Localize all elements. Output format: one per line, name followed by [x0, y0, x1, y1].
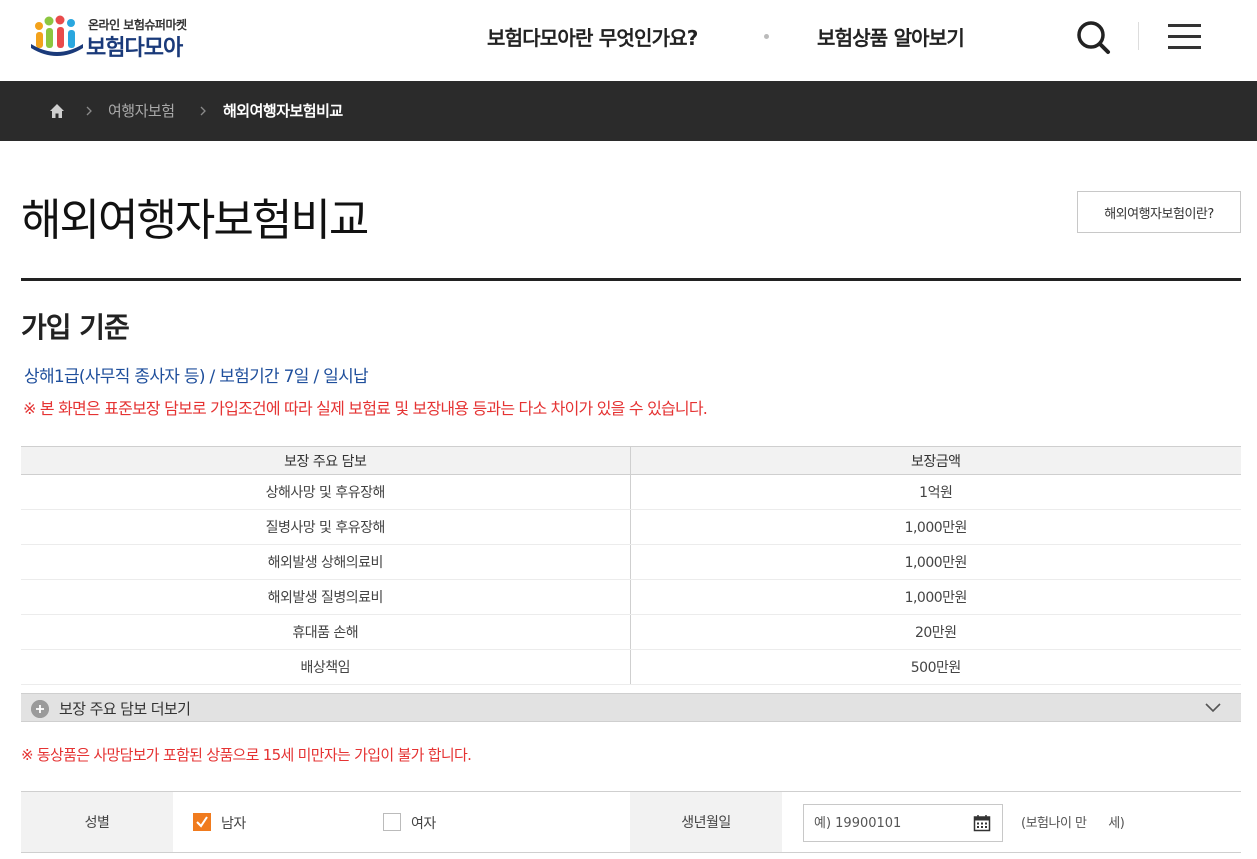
table-header-row: 보장 주요 담보 보장금액 — [21, 446, 1241, 475]
breadcrumb-item-travel-insurance[interactable]: 여행자보험 — [108, 100, 175, 121]
site-header: 온라인 보험슈퍼마켓 보험다모아 보험다모아란 무엇인가요? 보험상품 알아보기 — [0, 0, 1257, 81]
coverage-item: 상해사망 및 후유장해 — [21, 474, 631, 510]
chevron-right-icon — [86, 106, 92, 116]
table-row: 배상책임 500만원 — [21, 649, 1241, 685]
chevron-right-icon — [200, 106, 206, 116]
travel-insurance-info-button[interactable]: 해외여행자보험이란? — [1077, 191, 1241, 233]
gender-female-label[interactable]: 여자 — [411, 813, 436, 833]
gender-male-checkbox[interactable] — [193, 813, 211, 831]
enrollment-criteria: 상해1급(사무직 종사자 등) / 보험기간 7일 / 일시납 — [24, 367, 369, 387]
birthdate-label: 생년월일 — [630, 792, 782, 852]
standard-coverage-notice: ※ 본 화면은 표준보장 담보로 가입조건에 따라 실제 보험료 및 보장내용 … — [23, 399, 708, 418]
header-divider — [1138, 22, 1139, 50]
coverage-amount: 1,000만원 — [630, 544, 1241, 580]
coverage-more-toggle[interactable]: 보장 주요 담보 더보기 — [21, 693, 1241, 722]
coverage-amount: 500만원 — [630, 649, 1241, 685]
coverage-table: 보장 주요 담보 보장금액 상해사망 및 후유장해 1억원 질병사망 및 후유장… — [21, 446, 1241, 685]
title-divider — [21, 278, 1241, 281]
page-title: 해외여행자보험비교 — [21, 195, 369, 246]
coverage-item: 질병사망 및 후유장해 — [21, 509, 631, 545]
nav-about[interactable]: 보험다모아란 무엇인가요? — [487, 22, 698, 51]
hamburger-icon-line — [1168, 35, 1201, 38]
logo[interactable]: 온라인 보험슈퍼마켓 보험다모아 — [30, 12, 220, 62]
table-row: 질병사망 및 후유장해 1,000만원 — [21, 509, 1241, 545]
gender-label: 성별 — [21, 792, 173, 852]
table-row: 해외발생 상해의료비 1,000만원 — [21, 544, 1241, 580]
logo-title: 보험다모아 — [86, 36, 183, 61]
hamburger-icon-line — [1168, 46, 1201, 49]
menu-button[interactable] — [1166, 20, 1202, 54]
coverage-amount: 1,000만원 — [630, 509, 1241, 545]
calendar-icon[interactable] — [973, 814, 991, 832]
section-title: 가입 기준 — [21, 311, 130, 344]
breadcrumb: 여행자보험 해외여행자보험비교 — [0, 81, 1257, 141]
coverage-item: 휴대품 손해 — [21, 614, 631, 650]
chevron-down-icon — [1205, 703, 1221, 713]
coverage-amount: 1억원 — [630, 474, 1241, 510]
breadcrumb-item-current: 해외여행자보험비교 — [223, 102, 343, 120]
hamburger-icon — [1168, 24, 1201, 27]
nav-separator-dot — [764, 34, 769, 39]
column-header-amount: 보장금액 — [630, 446, 1241, 475]
search-button[interactable] — [1074, 18, 1112, 56]
table-row: 휴대품 손해 20만원 — [21, 614, 1241, 650]
coverage-amount: 20만원 — [630, 614, 1241, 650]
logo-people-icon — [31, 15, 83, 56]
search-icon — [1077, 21, 1110, 54]
coverage-item: 해외발생 상해의료비 — [21, 544, 631, 580]
insurance-age-display: (보험나이 만 세) — [1021, 816, 1125, 831]
applicant-form-row: 성별 남자 여자 생년월일 (보험나이 만 세) — [21, 791, 1241, 853]
nav-products[interactable]: 보험상품 알아보기 — [817, 22, 965, 51]
table-row: 해외발생 질병의료비 1,000만원 — [21, 579, 1241, 615]
gender-male-label[interactable]: 남자 — [221, 813, 246, 833]
plus-circle-icon — [31, 700, 49, 718]
coverage-more-label: 보장 주요 담보 더보기 — [59, 700, 191, 718]
home-icon[interactable] — [49, 103, 65, 119]
column-header-coverage: 보장 주요 담보 — [21, 446, 631, 475]
gender-female-checkbox[interactable] — [383, 813, 401, 831]
coverage-amount: 1,000만원 — [630, 579, 1241, 615]
coverage-item: 배상책임 — [21, 649, 631, 685]
table-row: 상해사망 및 후유장해 1억원 — [21, 474, 1241, 510]
age-restriction-notice: ※ 동상품은 사망담보가 포함된 상품으로 15세 미만자는 가입이 불가 합니… — [21, 746, 472, 764]
coverage-item: 해외발생 질병의료비 — [21, 579, 631, 615]
checkmark-icon — [196, 816, 208, 828]
